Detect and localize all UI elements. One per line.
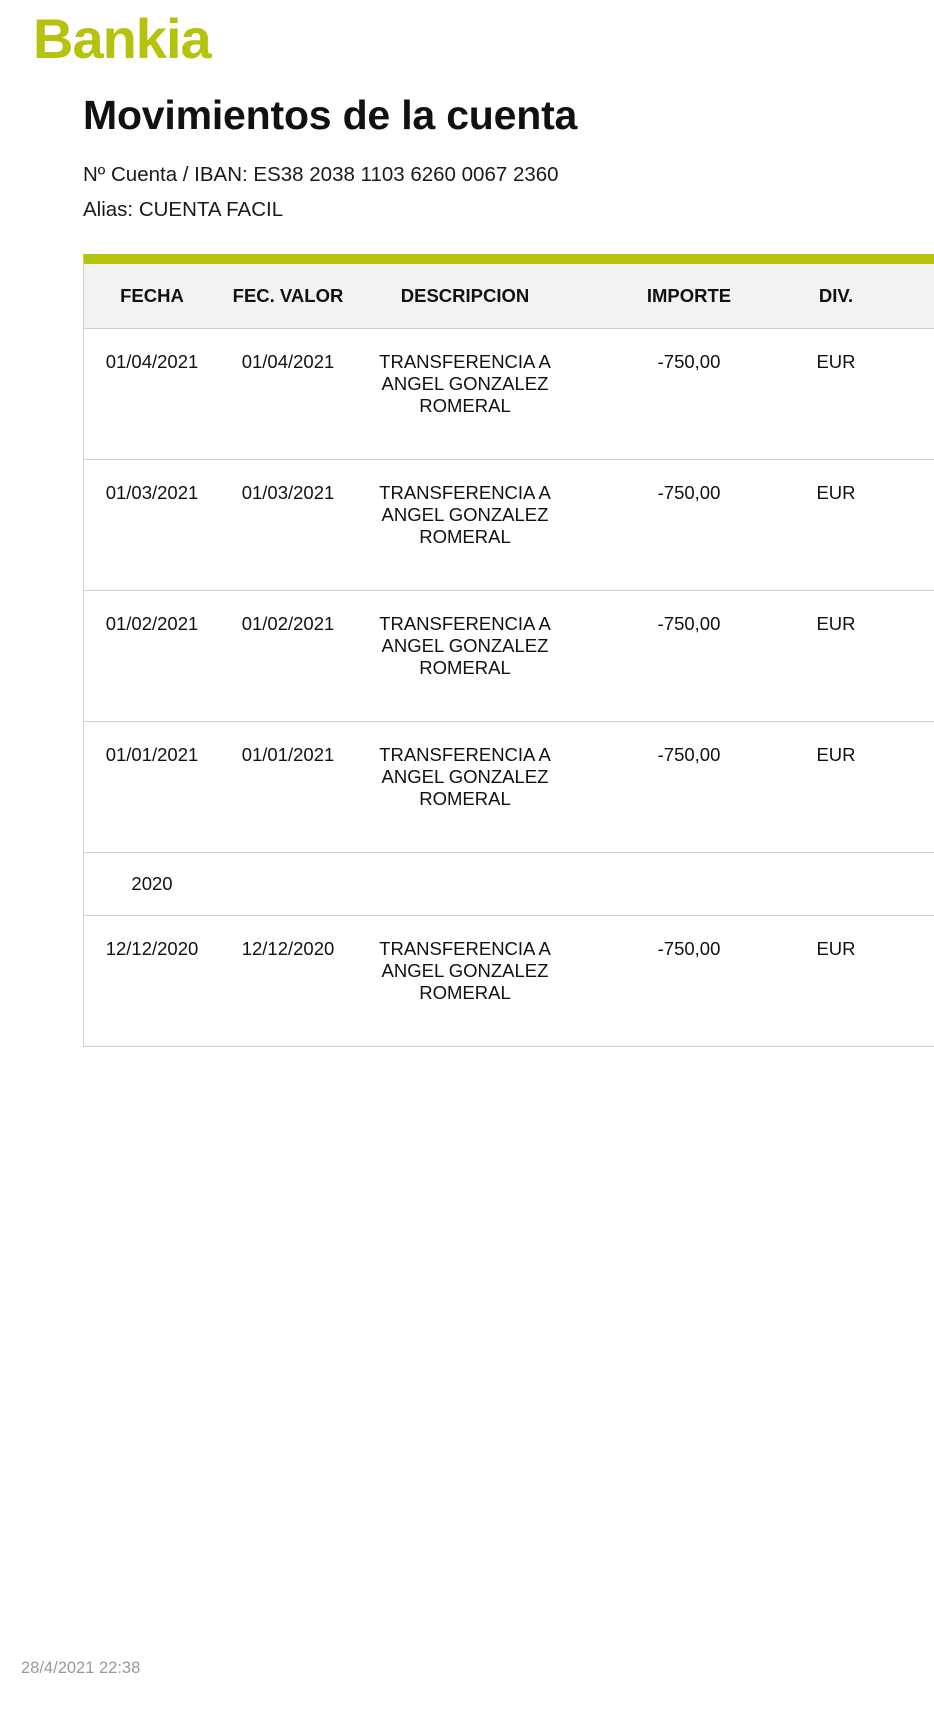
table-header: FECHA FEC. VALOR DESCRIPCION IMPORTE DIV… xyxy=(84,264,934,329)
cell-div: EUR xyxy=(804,590,868,722)
cell-fecha: 12/12/2020 xyxy=(84,915,220,1047)
cell-importe: -750,00 xyxy=(574,459,804,591)
cell-descripcion: TRANSFERENCIA A ANGEL GONZALEZ ROMERAL xyxy=(356,459,574,591)
cell-descripcion: TRANSFERENCIA A ANGEL GONZALEZ ROMERAL xyxy=(356,915,574,1047)
cell-descripcion: TRANSFERENCIA A ANGEL GONZALEZ ROMERAL xyxy=(356,590,574,722)
cell-descripcion: TRANSFERENCIA A ANGEL GONZALEZ ROMERAL xyxy=(356,721,574,853)
print-timestamp: 28/4/2021 22:38 xyxy=(21,1659,141,1677)
table-row: 12/12/2020 12/12/2020 TRANSFERENCIA A AN… xyxy=(84,915,934,1047)
account-alias: Alias: CUENTA FACIL xyxy=(83,198,284,221)
column-header-extra xyxy=(868,264,934,329)
cell-fec-valor: 01/02/2021 xyxy=(220,590,356,722)
year-separator-row: 2020 xyxy=(84,852,934,916)
year-row-empty-cell xyxy=(220,852,356,916)
cell-extra xyxy=(868,915,934,1047)
year-row-empty-cell xyxy=(868,852,934,916)
column-header-fecha: FECHA xyxy=(84,264,220,329)
column-header-fec-valor: FEC. VALOR xyxy=(220,264,356,329)
cell-fec-valor: 01/04/2021 xyxy=(220,328,356,460)
cell-div: EUR xyxy=(804,721,868,853)
movements-table: FECHA FEC. VALOR DESCRIPCION IMPORTE DIV… xyxy=(84,264,934,1047)
year-label: 2020 xyxy=(84,852,220,916)
cell-importe: -750,00 xyxy=(574,915,804,1047)
table-row: 01/03/2021 01/03/2021 TRANSFERENCIA A AN… xyxy=(84,459,934,591)
cell-fecha: 01/02/2021 xyxy=(84,590,220,722)
table-row: 01/02/2021 01/02/2021 TRANSFERENCIA A AN… xyxy=(84,590,934,722)
cell-importe: -750,00 xyxy=(574,590,804,722)
logo-wordmark: Bankia xyxy=(33,8,212,66)
cell-div: EUR xyxy=(804,459,868,591)
cell-extra xyxy=(868,459,934,591)
cell-extra xyxy=(868,721,934,853)
movements-table-container: FECHA FEC. VALOR DESCRIPCION IMPORTE DIV… xyxy=(83,254,934,1047)
column-header-descripcion: DESCRIPCION xyxy=(356,264,574,329)
year-row-empty-cell xyxy=(804,852,868,916)
cell-fec-valor: 12/12/2020 xyxy=(220,915,356,1047)
cell-fec-valor: 01/03/2021 xyxy=(220,459,356,591)
table-row: 01/04/2021 01/04/2021 TRANSFERENCIA A AN… xyxy=(84,328,934,460)
table-header-row: FECHA FEC. VALOR DESCRIPCION IMPORTE DIV… xyxy=(84,264,934,329)
bankia-logo: Bankia xyxy=(33,8,223,66)
cell-importe: -750,00 xyxy=(574,328,804,460)
page-title: Movimientos de la cuenta xyxy=(83,92,578,138)
cell-descripcion: TRANSFERENCIA A ANGEL GONZALEZ ROMERAL xyxy=(356,328,574,460)
cell-div: EUR xyxy=(804,915,868,1047)
cell-importe: -750,00 xyxy=(574,721,804,853)
year-row-empty-cell xyxy=(574,852,804,916)
bankia-logo-mark: Bankia xyxy=(33,8,213,66)
table-row: 01/01/2021 01/01/2021 TRANSFERENCIA A AN… xyxy=(84,721,934,853)
cell-fecha: 01/03/2021 xyxy=(84,459,220,591)
account-iban: Nº Cuenta / IBAN: ES38 2038 1103 6260 00… xyxy=(83,163,559,186)
cell-fecha: 01/04/2021 xyxy=(84,328,220,460)
table-body: 01/04/2021 01/04/2021 TRANSFERENCIA A AN… xyxy=(84,328,934,1047)
cell-extra xyxy=(868,590,934,722)
cell-fec-valor: 01/01/2021 xyxy=(220,721,356,853)
cell-extra xyxy=(868,328,934,460)
column-header-importe: IMPORTE xyxy=(574,264,804,329)
cell-div: EUR xyxy=(804,328,868,460)
column-header-div: DIV. xyxy=(804,264,868,329)
cell-fecha: 01/01/2021 xyxy=(84,721,220,853)
year-row-empty-cell xyxy=(356,852,574,916)
